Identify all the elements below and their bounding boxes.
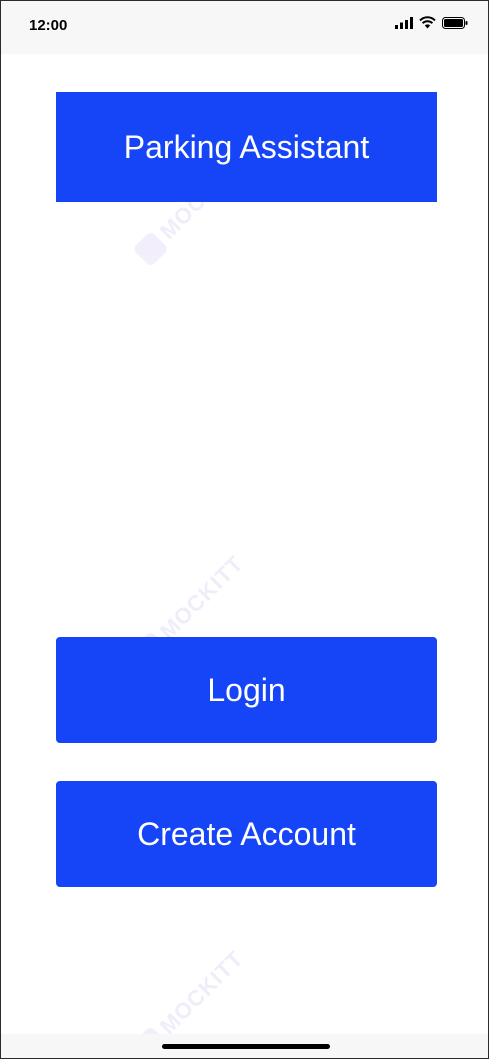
login-button-label: Login	[207, 671, 286, 708]
home-indicator[interactable]	[162, 1044, 330, 1049]
login-button[interactable]: Login	[56, 637, 437, 743]
status-bar: 12:00	[1, 1, 488, 54]
status-time: 12:00	[29, 17, 68, 34]
home-indicator-area	[1, 1034, 488, 1058]
watermark-text: MOCKITT	[154, 550, 249, 645]
app-title-banner: Parking Assistant	[56, 92, 437, 202]
wifi-icon	[419, 16, 436, 34]
watermark-text: MOCKITT	[154, 945, 249, 1040]
signal-icon	[395, 16, 413, 34]
create-account-button-label: Create Account	[137, 815, 356, 852]
phone-screen: 12:00 MOCKITT MOCKITT Parking Assistant …	[0, 0, 489, 1059]
mockitt-logo-icon	[132, 230, 169, 268]
status-icons	[395, 15, 468, 35]
create-account-button[interactable]: Create Account	[56, 781, 437, 887]
battery-icon	[442, 16, 468, 34]
page-title: Parking Assistant	[123, 128, 370, 165]
